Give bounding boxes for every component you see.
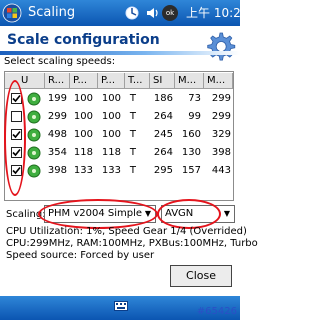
keyboard-icon[interactable] — [114, 300, 128, 312]
column-header-ram[interactable]: R... — [45, 73, 70, 89]
table-row[interactable]: 498 100 100 T 245 160 329 — [5, 126, 233, 144]
volume-icon[interactable] — [144, 5, 160, 21]
cell-turbo: T — [129, 93, 136, 104]
column-header-cpu[interactable]: U — [5, 73, 45, 89]
close-button[interactable]: Close — [170, 265, 232, 287]
cell-si: 264 — [153, 111, 173, 122]
cell-cpu: 498 — [47, 129, 67, 140]
cell-ram: 100 — [73, 93, 93, 104]
speed-gear-icon — [27, 92, 41, 106]
scaling-label: Scaling: — [6, 209, 46, 220]
cell-si: 264 — [153, 147, 173, 158]
column-header-pxbus[interactable]: P... — [70, 73, 98, 89]
row-checkbox[interactable] — [11, 93, 22, 104]
cell-pxbus: 118 — [101, 147, 121, 158]
cell-turbo: T — [129, 147, 136, 158]
governor-value: AVGN — [165, 208, 194, 219]
row-checkbox[interactable] — [11, 165, 22, 176]
watermark-id: #65426 — [196, 306, 237, 317]
cell-m1: 73 — [188, 93, 201, 104]
cell-m1: 99 — [188, 111, 201, 122]
table-row[interactable]: 398 133 133 T 295 157 443 — [5, 162, 233, 180]
header-divider — [0, 51, 240, 55]
cell-pxbus: 100 — [101, 129, 121, 140]
ok-badge-icon[interactable]: ok — [162, 5, 178, 21]
cell-m1: 157 — [181, 165, 201, 176]
row-checkbox[interactable] — [11, 111, 22, 122]
chevron-down-icon: ▼ — [144, 209, 152, 218]
column-header-m1[interactable]: M... — [175, 73, 204, 89]
row-checkbox[interactable] — [11, 147, 22, 158]
cell-cpu: 199 — [47, 93, 67, 104]
cell-m2: 398 — [211, 147, 231, 158]
cell-pxbus: 133 — [101, 165, 121, 176]
cell-ram: 133 — [73, 165, 93, 176]
cell-ram: 100 — [73, 111, 93, 122]
clock-speeds-text: CPU:299MHz, RAM:100MHz, PXBus:100MHz, Tu… — [6, 238, 258, 249]
cell-m2: 329 — [211, 129, 231, 140]
cell-si: 295 — [153, 165, 173, 176]
windows-start-icon[interactable] — [2, 3, 22, 23]
connectivity-icon[interactable] — [124, 5, 140, 21]
table-row[interactable]: 299 100 100 T 264 99 299 — [5, 108, 233, 126]
speed-gear-icon — [27, 146, 41, 160]
cell-ram: 118 — [73, 147, 93, 158]
cell-turbo: T — [129, 165, 136, 176]
scaling-mode-select[interactable]: PHM v2004 Simple ▼ — [44, 205, 156, 223]
cell-si: 245 — [153, 129, 173, 140]
column-header-si[interactable]: SI — [150, 73, 175, 89]
cell-cpu: 299 — [47, 111, 67, 122]
page-title: Scale configuration — [7, 32, 160, 48]
chevron-down-icon: ▼ — [223, 209, 231, 218]
cell-pxbus: 100 — [101, 111, 121, 122]
cell-m2: 299 — [211, 111, 231, 122]
row-checkbox[interactable] — [11, 129, 22, 140]
speed-gear-icon — [27, 110, 41, 124]
speed-source-text: Speed source: Forced by user — [6, 250, 155, 261]
table-row[interactable]: 199 100 100 T 186 73 299 — [5, 90, 233, 108]
taskbar: Scaling ok 上午 10:28 — [0, 0, 248, 26]
gear-icon — [207, 32, 236, 61]
cell-m2: 299 — [211, 93, 231, 104]
cell-m2: 443 — [211, 165, 231, 176]
cell-cpu: 354 — [47, 147, 67, 158]
speed-gear-icon — [27, 128, 41, 142]
speed-gear-icon — [27, 164, 41, 178]
cell-ram: 100 — [73, 129, 93, 140]
cell-cpu: 398 — [47, 165, 67, 176]
clock[interactable]: 上午 10:28 — [186, 5, 248, 21]
speed-table[interactable]: U R... P... P... T... SI M... M... 199 1… — [4, 71, 234, 201]
app-title: Scaling — [28, 5, 76, 20]
cell-pxbus: 100 — [101, 93, 121, 104]
scaling-mode-value: PHM v2004 Simple — [48, 208, 143, 219]
cell-turbo: T — [129, 129, 136, 140]
cell-turbo: T — [129, 111, 136, 122]
governor-select[interactable]: AVGN ▼ — [161, 205, 235, 223]
select-speeds-label: Select scaling speeds: — [4, 56, 116, 67]
column-header-p2[interactable]: P... — [98, 73, 125, 89]
column-header-turbo[interactable]: T... — [125, 73, 150, 89]
column-header-m2[interactable]: M... — [204, 73, 233, 89]
cell-m1: 130 — [181, 147, 201, 158]
cell-m1: 160 — [181, 129, 201, 140]
cell-si: 186 — [153, 93, 173, 104]
cpu-utilization-text: CPU Utilization: 1%, Speed Gear 1/4 (Ove… — [6, 226, 247, 237]
table-row[interactable]: 354 118 118 T 264 130 398 — [5, 144, 233, 162]
table-header: U R... P... P... T... SI M... M... — [5, 72, 233, 90]
